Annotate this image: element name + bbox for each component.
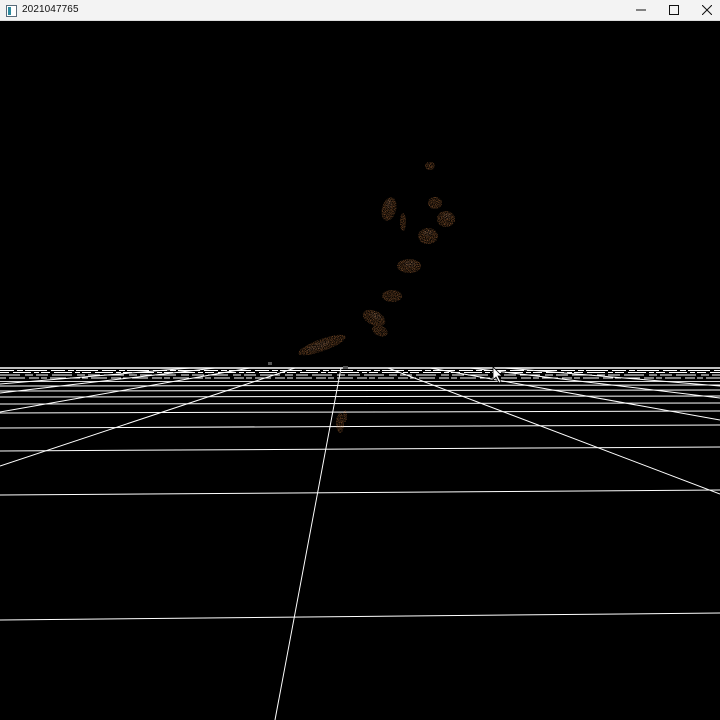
maximize-button[interactable] (657, 0, 690, 21)
maximize-icon (668, 2, 679, 20)
3d-scene (0, 162, 720, 720)
close-icon (701, 2, 712, 20)
minimize-button[interactable] (624, 0, 657, 21)
ground-grid (0, 367, 720, 720)
grid-depth-lines (0, 367, 720, 720)
application-window: 2021047765 (0, 0, 720, 720)
close-button[interactable] (690, 0, 720, 21)
app-window-icon (6, 4, 17, 17)
title-bar[interactable]: 2021047765 (0, 0, 720, 21)
3d-viewport[interactable] (0, 21, 720, 720)
point-cloud-figure (298, 162, 455, 433)
minimize-icon (635, 2, 646, 20)
window-title: 2021047765 (22, 4, 79, 15)
grid-horizontal-lines (0, 384, 720, 621)
mouse-pointer-icon (492, 366, 503, 384)
